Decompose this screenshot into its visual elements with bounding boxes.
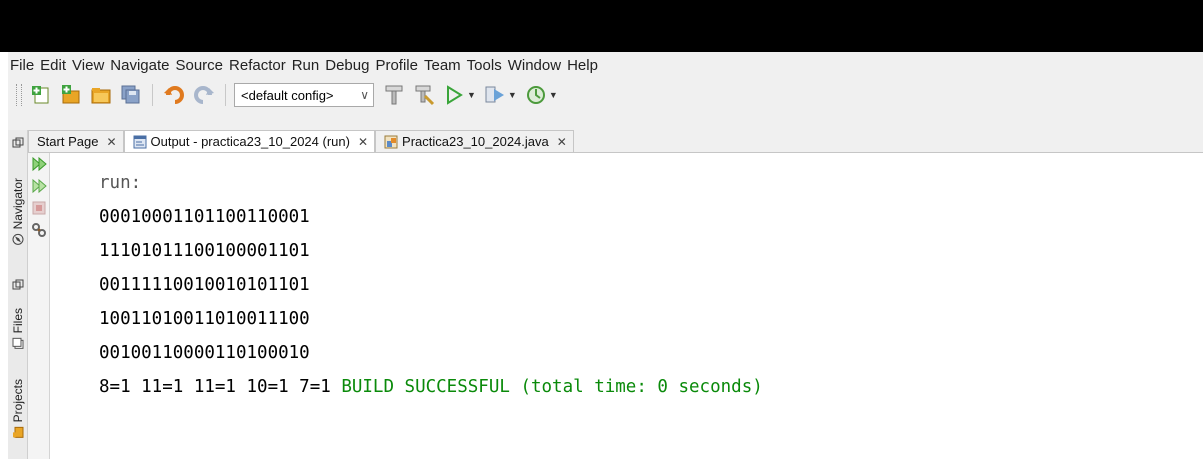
tab-java-file-label: Practica23_10_2024.java (402, 134, 549, 149)
tab-output[interactable]: Output - practica23_10_2024 (run) ✕ (123, 130, 376, 152)
close-icon[interactable]: ✕ (106, 135, 116, 149)
new-file-icon[interactable] (29, 83, 53, 107)
tab-java-file[interactable]: Practica23_10_2024.java ✕ (375, 130, 574, 152)
side-tab-navigator[interactable]: Navigator (8, 156, 27, 268)
menu-run[interactable]: Run (290, 57, 322, 74)
restore-window-icon[interactable] (8, 134, 27, 152)
menu-window[interactable]: Window (506, 57, 563, 74)
menu-team[interactable]: Team (422, 57, 463, 74)
output-result-line: 8=1 11=1 11=1 10=1 7=1 BUILD SUCCESSFUL … (99, 377, 763, 397)
clean-build-icon[interactable] (412, 83, 436, 107)
config-select-value: <default config> (241, 87, 334, 103)
side-tab-navigator-label: Navigator (10, 178, 25, 230)
close-icon[interactable]: ✕ (557, 135, 567, 149)
menu-edit[interactable]: Edit (38, 57, 68, 74)
restore-window-icon[interactable] (8, 276, 27, 294)
menu-refactor[interactable]: Refactor (227, 57, 288, 74)
new-project-icon[interactable] (59, 83, 83, 107)
rerun-icon[interactable] (30, 155, 48, 173)
menu-file[interactable]: File (8, 57, 36, 74)
run-icon[interactable] (442, 83, 466, 107)
build-status: BUILD SUCCESSFUL (total time: 0 seconds) (341, 377, 763, 397)
undo-icon[interactable] (162, 83, 186, 107)
run-dropdown-icon[interactable]: ▼ (467, 90, 476, 100)
projects-icon (12, 427, 24, 439)
debug-dropdown-icon[interactable]: ▼ (508, 90, 517, 100)
menu-view[interactable]: View (70, 57, 106, 74)
menu-help[interactable]: Help (565, 57, 600, 74)
output-side-toolbar (28, 153, 50, 459)
output-panel[interactable]: run: 00010001101100110001 11101011100100… (50, 153, 1203, 459)
output-line: 00100110000110100010 (99, 343, 310, 363)
menu-bar: File Edit View Navigate Source Refactor … (8, 52, 1203, 78)
editor-tab-bar: Start Page ✕ Output - practica23_10_2024… (28, 130, 1203, 153)
output-line: 00010001101100110001 (99, 207, 310, 227)
output-window-icon (133, 135, 147, 149)
output-line: 11101011100100001101 (99, 241, 310, 261)
menu-source[interactable]: Source (173, 57, 225, 74)
window-title-bar (0, 0, 1203, 52)
counts-text: 8=1 11=1 11=1 10=1 7=1 (99, 377, 342, 397)
profile-icon[interactable] (524, 83, 548, 107)
output-line: 00111110010010101101 (99, 275, 310, 295)
menu-debug[interactable]: Debug (323, 57, 371, 74)
java-file-icon (384, 135, 398, 149)
close-icon[interactable]: ✕ (358, 135, 368, 149)
ide-window: File Edit View Navigate Source Refactor … (8, 52, 1203, 459)
settings-icon[interactable] (30, 221, 48, 239)
tab-start-page[interactable]: Start Page ✕ (28, 130, 124, 152)
debug-icon[interactable] (483, 83, 507, 107)
side-tab-files-label: Files (10, 308, 25, 334)
toolbar-separator (225, 84, 226, 106)
rerun-with-params-icon[interactable] (30, 177, 48, 195)
tab-start-page-label: Start Page (37, 134, 99, 149)
run-label: run: (99, 173, 142, 193)
side-tab-projects[interactable]: Projects (8, 366, 27, 452)
toolbar: <default config> ∨ ▼ ▼ ▼ (8, 78, 1203, 112)
left-side-bar: Navigator Files Projects (8, 130, 28, 459)
redo-icon[interactable] (192, 83, 216, 107)
menu-tools[interactable]: Tools (465, 57, 504, 74)
stop-icon[interactable] (30, 199, 48, 217)
profile-dropdown-icon[interactable]: ▼ (549, 90, 558, 100)
menu-profile[interactable]: Profile (373, 57, 420, 74)
toolbar-grip[interactable] (16, 84, 22, 106)
compass-icon (12, 234, 24, 246)
menu-navigate[interactable]: Navigate (108, 57, 171, 74)
content-area: Navigator Files Projects Start Page ✕ Ou… (8, 130, 1203, 459)
output-line: 10011010011010011100 (99, 309, 310, 329)
side-tab-projects-label: Projects (10, 379, 25, 423)
config-select[interactable]: <default config> ∨ (234, 83, 374, 107)
side-tab-files[interactable]: Files (8, 298, 27, 360)
build-hammer-icon[interactable] (382, 83, 406, 107)
toolbar-separator (152, 84, 153, 106)
open-project-icon[interactable] (89, 83, 113, 107)
tab-output-label: Output - practica23_10_2024 (run) (150, 134, 350, 149)
files-icon (12, 338, 24, 350)
chevron-down-icon: ∨ (360, 88, 369, 102)
save-all-icon[interactable] (119, 83, 143, 107)
